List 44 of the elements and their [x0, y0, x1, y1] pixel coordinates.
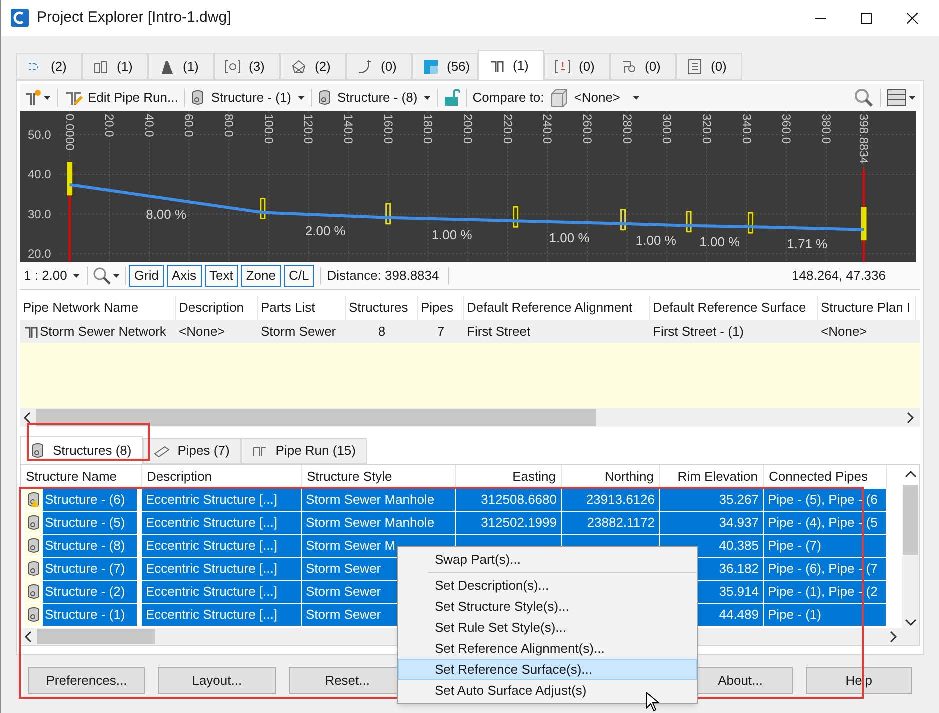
grade-label: 1.00 % [700, 234, 740, 250]
axis-label: 280.0 [620, 114, 634, 144]
axis-label: 30.0 [28, 207, 52, 222]
axis-label: 40.0 [28, 168, 52, 182]
axis-label: 80.0 [222, 114, 236, 138]
table-cell-text: Storm Sewer [261, 322, 336, 341]
axis-label: 100.0 [262, 114, 276, 144]
window-title: Project Explorer [Intro-1.dwg] [37, 8, 232, 28]
axis-label: 380.0 [819, 114, 834, 144]
axis-label: 20.0 [102, 114, 117, 138]
grade-label: 1.00 % [432, 227, 472, 242]
axis-label: 120.0 [302, 114, 316, 144]
table-cell-text: <None> [821, 322, 868, 341]
axis-label: 140.0 [342, 114, 356, 144]
grade-label: 8.00 % [146, 206, 187, 222]
axis-label: 20.0 [28, 247, 52, 262]
axis-label: 340.0 [740, 114, 754, 144]
distance-readout: Distance: 398.8834 [327, 266, 440, 285]
table-cell-text: <None> [179, 322, 226, 341]
axis-label: 260.0 [580, 114, 594, 144]
coordinates-readout: 148.264, 47.336 [792, 266, 886, 285]
table-cell-text: Storm Sewer Network [40, 322, 166, 341]
axis-label: 200.0 [461, 114, 475, 144]
compare-label: Compare to: [472, 88, 544, 107]
axis-label: 320.0 [700, 114, 714, 144]
grade-label: 2.00 % [305, 223, 346, 238]
axis-label: 60.0 [182, 114, 196, 138]
axis-label: 240.0 [540, 114, 555, 144]
axis-label: 360.0 [780, 114, 794, 144]
table-cell-text: 8 [378, 322, 386, 341]
axis-label: 398.8834 [857, 114, 871, 164]
table-cell-text: First Street - (1) [653, 322, 744, 341]
axis-label: 40.0 [142, 114, 156, 138]
axis-label: 300.0 [660, 114, 674, 144]
axis-label: 160.0 [381, 114, 396, 144]
grade-label: 1.00 % [636, 232, 676, 248]
table-cell-text: First Street [467, 322, 531, 341]
axis-label: 220.0 [500, 114, 515, 144]
axis-label: 0.0000 [62, 114, 77, 151]
grade-label: 1.71 % [787, 236, 828, 252]
axis-label: 50.0 [28, 128, 52, 142]
grade-label: 1.00 % [549, 230, 590, 246]
table-cell-text: 7 [437, 322, 445, 341]
axis-label: 180.0 [421, 114, 436, 144]
